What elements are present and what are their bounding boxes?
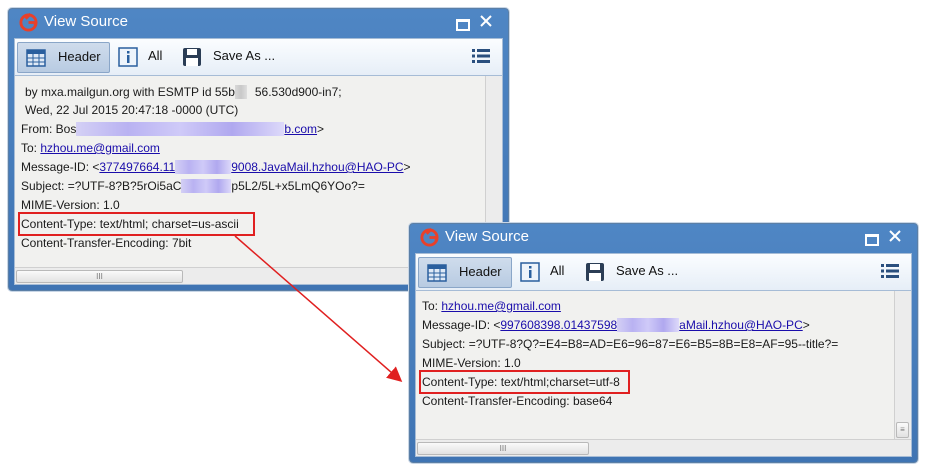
all-label: All — [550, 263, 565, 278]
save-as-label: Save As ... — [213, 48, 276, 63]
mime-version-line: MIME-Version: 1.0 — [422, 356, 521, 370]
redacted-block — [76, 122, 285, 136]
message-id-link-tail[interactable]: 9008.JavaMail.hzhou@HAO-PC — [231, 160, 403, 174]
redacted-block — [617, 318, 680, 332]
message-id-line: Message-ID: <377497664.11 9008.JavaMail.h… — [21, 160, 411, 175]
minimize-icon[interactable] — [865, 234, 879, 246]
subject-line: Subject: =?UTF-8?Q?=E4=B8=AD=E6=96=87=E6… — [422, 337, 839, 351]
content-type-highlight — [18, 212, 255, 236]
table-icon — [26, 49, 46, 67]
from-line: From: Bos b.com> — [21, 122, 324, 137]
mime-version-line: MIME-Version: 1.0 — [21, 198, 120, 212]
save-icon — [183, 48, 201, 66]
redacted-block — [175, 160, 232, 174]
from-text: From: Bos — [21, 122, 77, 136]
close-icon[interactable] — [478, 13, 494, 29]
save-icon — [586, 263, 604, 281]
save-as-button[interactable]: Save As ... — [585, 257, 685, 286]
all-button[interactable]: All — [118, 42, 170, 71]
header-label: Header — [459, 264, 502, 279]
minimize-icon[interactable] — [456, 19, 470, 31]
toolbar: Header All Save As ... — [415, 253, 912, 291]
horizontal-scroll-thumb[interactable]: III — [16, 270, 183, 283]
message-id-text: Message-ID: < — [422, 318, 501, 332]
received-tail-text: 56.530d900-in7; — [254, 85, 342, 99]
to-line: To: hzhou.me@gmail.com — [21, 141, 160, 156]
save-as-label: Save As ... — [616, 263, 679, 278]
app-logo-icon — [19, 13, 38, 32]
to-link[interactable]: hzhou.me@gmail.com — [441, 299, 561, 313]
from-suffix: > — [317, 122, 325, 136]
header-source-content[interactable]: To: hzhou.me@gmail.com Message-ID: <9976… — [415, 290, 912, 457]
vertical-scrollbar[interactable]: ≡ — [894, 291, 911, 440]
received-text: by mxa.mailgun.org with ESMTP id 55b — [25, 85, 235, 99]
to-text: To: — [21, 141, 41, 155]
close-icon[interactable] — [887, 228, 903, 244]
date-line: Wed, 22 Jul 2015 20:47:18 -0000 (UTC) — [25, 103, 239, 117]
all-label: All — [148, 48, 163, 63]
from-link[interactable]: b.com — [284, 122, 317, 136]
transfer-encoding-line: Content-Transfer-Encoding: base64 — [422, 394, 613, 408]
window-title: View Source — [445, 228, 529, 245]
info-icon — [520, 262, 540, 282]
to-link[interactable]: hzhou.me@gmail.com — [40, 141, 160, 155]
info-icon — [118, 47, 138, 67]
app-logo-icon — [420, 228, 439, 247]
header-button[interactable]: Header — [418, 257, 512, 288]
menu-icon[interactable] — [472, 48, 490, 64]
table-icon — [427, 264, 447, 282]
message-id-text: Message-ID: < — [21, 160, 100, 174]
view-source-window-2: View Source Header All Save As ... To: h… — [409, 223, 918, 463]
subject-text-tail: p5L2/5L+x5LmQ6YOo?= — [231, 179, 365, 193]
redacted-block — [234, 85, 247, 99]
title-bar[interactable]: View Source — [9, 9, 508, 36]
to-text: To: — [422, 299, 442, 313]
to-line: To: hzhou.me@gmail.com — [422, 299, 561, 314]
redacted-block — [181, 179, 232, 193]
vertical-scroll-thumb[interactable]: ≡ — [896, 422, 909, 438]
menu-icon[interactable] — [881, 263, 899, 279]
all-button[interactable]: All — [520, 257, 572, 286]
window-title: View Source — [44, 13, 128, 30]
save-as-button[interactable]: Save As ... — [182, 42, 282, 71]
message-id-link[interactable]: 377497664.11 — [99, 160, 175, 174]
header-button[interactable]: Header — [17, 42, 110, 73]
subject-text: Subject: =?UTF-8?B?5rOi5aC — [21, 179, 182, 193]
received-line: by mxa.mailgun.org with ESMTP id 55b 56.5… — [25, 85, 342, 100]
horizontal-scrollbar[interactable]: III — [416, 439, 911, 456]
content-type-highlight — [419, 370, 630, 394]
message-id-suffix: > — [802, 318, 810, 332]
transfer-encoding-line: Content-Transfer-Encoding: 7bit — [21, 236, 192, 250]
message-id-link[interactable]: 997608398.01437598 — [500, 318, 617, 332]
message-id-link-tail[interactable]: aMail.hzhou@HAO-PC — [679, 318, 803, 332]
toolbar: Header All Save As ... — [14, 38, 503, 76]
message-id-suffix: > — [403, 160, 411, 174]
title-bar[interactable]: View Source — [410, 224, 917, 251]
header-label: Header — [58, 49, 101, 64]
subject-line: Subject: =?UTF-8?B?5rOi5aC p5L2/5L+x5LmQ6… — [21, 179, 365, 194]
horizontal-scroll-thumb[interactable]: III — [417, 442, 589, 455]
message-id-line: Message-ID: <997608398.01437598 aMail.hzh… — [422, 318, 810, 333]
